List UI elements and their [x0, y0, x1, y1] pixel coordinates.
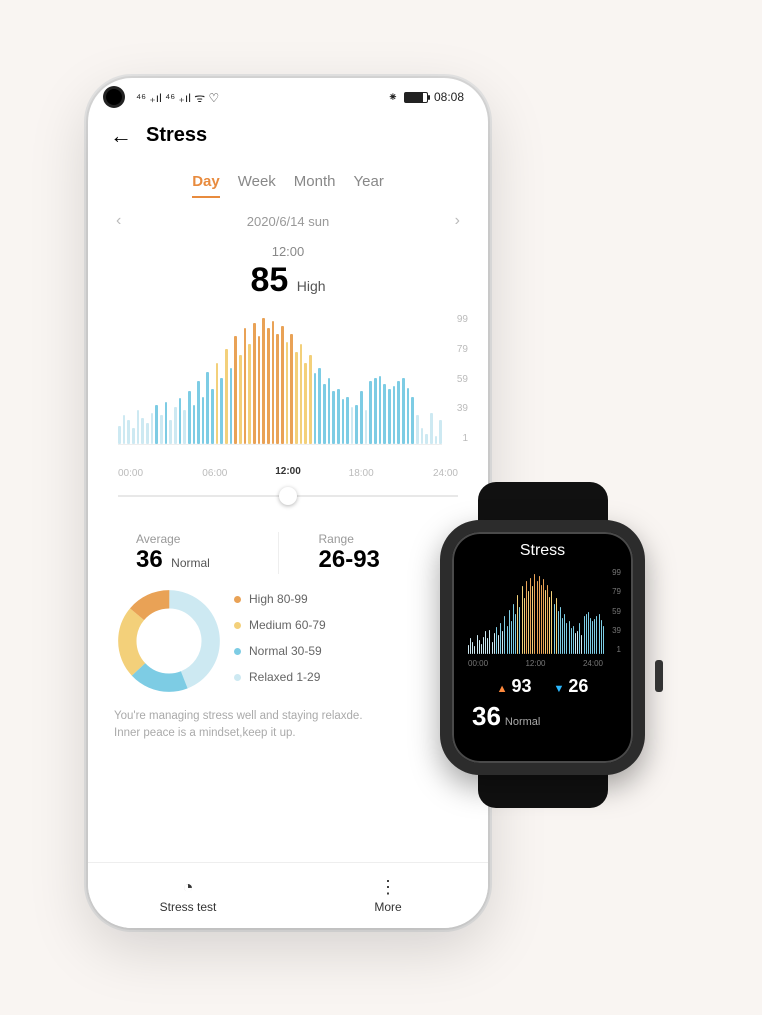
chart-x-axis: 00:00 06:00 . 18:00 24:00 [118, 468, 458, 479]
gauge-icon: ◔ [183, 878, 194, 896]
stress-chart[interactable]: 99 79 59 39 1 [108, 314, 468, 474]
next-day-button[interactable]: › [455, 212, 460, 230]
watch-y-axis: 99 79 59 39 1 [605, 568, 621, 654]
slider-knob[interactable] [279, 487, 297, 505]
page-header: ← Stress [88, 116, 488, 151]
stat-average: Average 36 Normal [116, 532, 279, 574]
watch-current: 36Normal [452, 697, 633, 732]
legend-medium: Medium 60-79 23% [234, 612, 468, 638]
time-slider[interactable]: 12:00 00:00 06:00 . 18:00 24:00 [118, 480, 458, 514]
front-camera [106, 89, 122, 105]
date-navigator: ‹ 2020/6/14 sun › [88, 204, 488, 238]
stats-row: Average 36 Normal Range 26-93 [88, 514, 488, 580]
legend-high: High 80-99 14% [234, 586, 468, 612]
period-tabs: Day Week Month Year [88, 151, 488, 204]
status-bar: ⁴⁶ ₊ıl ⁴⁶ ₊ıl ᯤ ♡ ⁕ 08:08 [88, 78, 488, 116]
breakdown-legend: High 80-99 14% Medium 60-79 23% Normal 3… [234, 586, 468, 696]
tab-week[interactable]: Week [238, 173, 276, 198]
page-title: Stress [146, 124, 207, 147]
legend-relaxed: Relaxed 1-29 44% [234, 664, 468, 690]
tab-month[interactable]: Month [294, 173, 336, 198]
triangle-down-icon: ▼ [554, 683, 565, 695]
more-icon: ⋮ [379, 878, 397, 896]
reading-level: High [297, 278, 326, 294]
reading-value-row: 85 High [88, 261, 488, 300]
prev-day-button[interactable]: ‹ [116, 212, 121, 230]
current-date: 2020/6/14 sun [247, 214, 329, 229]
watch-crown [655, 660, 663, 692]
watch-title: Stress [452, 532, 633, 564]
chart-y-axis: 99 79 59 39 1 [446, 314, 468, 444]
reading-time: 12:00 [88, 244, 488, 259]
status-time: 08:08 [434, 90, 464, 104]
watch-high: ▲93 [497, 676, 532, 697]
breakdown-donut [114, 586, 224, 696]
legend-normal: Normal 30-59 19% [234, 638, 468, 664]
more-button[interactable]: ⋮ More [288, 863, 488, 928]
reading-value: 85 [250, 261, 288, 299]
tab-year[interactable]: Year [354, 173, 384, 198]
bottom-bar: ◔ Stress test ⋮ More [88, 862, 488, 928]
stress-test-button[interactable]: ◔ Stress test [88, 863, 288, 928]
back-button[interactable]: ← [110, 125, 132, 147]
watch-x-axis: 00:00 12:00 24:00 [468, 659, 603, 668]
signal-icons: ⁴⁶ ₊ıl ⁴⁶ ₊ıl ᯤ ♡ [136, 89, 219, 106]
watch-low: ▼26 [554, 676, 589, 697]
bluetooth-icon: ⁕ [388, 90, 398, 104]
stat-range: Range 26-93 [279, 532, 461, 574]
chart-bars [118, 314, 442, 444]
triangle-up-icon: ▲ [497, 683, 508, 695]
breakdown-row: High 80-99 14% Medium 60-79 23% Normal 3… [88, 580, 488, 702]
watch-chart: 99 79 59 39 1 00:00 12:00 24:00 [464, 568, 621, 668]
advice-message: You're managing stress well and staying … [88, 702, 488, 747]
watch-range: ▲93 ▼26 [452, 676, 633, 697]
phone-frame: ⁴⁶ ₊ıl ⁴⁶ ₊ıl ᯤ ♡ ⁕ 08:08 ← Stress Day W… [88, 78, 488, 928]
tab-day[interactable]: Day [192, 173, 220, 198]
battery-icon [404, 92, 428, 103]
watch-frame: Stress 99 79 59 39 1 00:00 12:00 24:00 ▲… [440, 520, 645, 775]
